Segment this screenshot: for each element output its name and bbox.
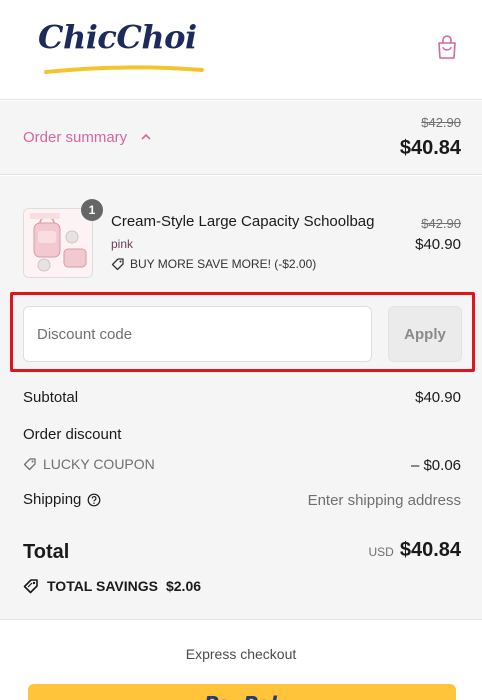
paypal-button[interactable]: PayPal xyxy=(28,684,456,700)
total-savings: TOTAL SAVINGS $2.06 xyxy=(23,578,201,594)
product-discount: BUY MORE SAVE MORE! (-$2.00) xyxy=(111,257,316,271)
product-price: $40.90 xyxy=(415,236,461,253)
total-amount: $40.84 xyxy=(399,539,461,561)
help-circle-icon[interactable] xyxy=(87,493,101,507)
apply-discount-button[interactable]: Apply xyxy=(388,306,462,362)
product-original-price: $42.90 xyxy=(421,216,461,231)
total-label: Total xyxy=(23,541,70,563)
summary-original-total: $42.90 xyxy=(421,115,461,130)
total-amount-group: USD $40.84 xyxy=(368,539,461,562)
shipping-value: Enter shipping address xyxy=(307,492,461,509)
quantity-badge: 1 xyxy=(81,199,103,221)
shipping-label: Shipping xyxy=(23,491,82,508)
tag-icon xyxy=(23,458,36,471)
section-divider xyxy=(0,619,482,620)
summary-total: $40.84 xyxy=(399,137,461,159)
coupon-value: – $0.06 xyxy=(410,457,461,474)
chevron-up-icon xyxy=(141,133,151,140)
coupon-label: LUCKY COUPON xyxy=(43,456,155,472)
shopping-bag-icon[interactable] xyxy=(436,34,458,60)
product-thumbnail xyxy=(23,208,93,278)
savings-tag-icon xyxy=(23,579,38,594)
savings-label: TOTAL SAVINGS xyxy=(47,578,158,594)
product-discount-label: BUY MORE SAVE MORE! (-$2.00) xyxy=(130,257,317,271)
savings-value: $2.06 xyxy=(165,578,202,594)
discount-code-input[interactable] xyxy=(23,306,372,362)
order-summary-label: Order summary xyxy=(23,129,128,146)
express-checkout-label: Express checkout xyxy=(185,646,297,662)
shipping-row: Shipping xyxy=(23,491,101,508)
paypal-logo: PayPal xyxy=(204,692,277,700)
tag-icon xyxy=(111,258,124,271)
subtotal-label: Subtotal xyxy=(23,389,79,406)
logo-swoosh xyxy=(44,65,204,74)
total-currency: USD xyxy=(368,545,394,559)
order-summary-toggle[interactable]: Order summary $42.90 $40.84 xyxy=(0,101,482,175)
product-name: Cream-Style Large Capacity Schoolbag xyxy=(111,213,375,230)
coupon-row: LUCKY COUPON xyxy=(23,456,155,472)
brand-logo[interactable]: ChicChoi xyxy=(38,18,197,56)
order-discount-label: Order discount xyxy=(23,426,122,443)
subtotal-value: $40.90 xyxy=(415,389,461,406)
header: ChicChoi xyxy=(0,0,482,100)
product-variant: pink xyxy=(111,237,134,251)
schoolbag-image xyxy=(24,209,92,277)
